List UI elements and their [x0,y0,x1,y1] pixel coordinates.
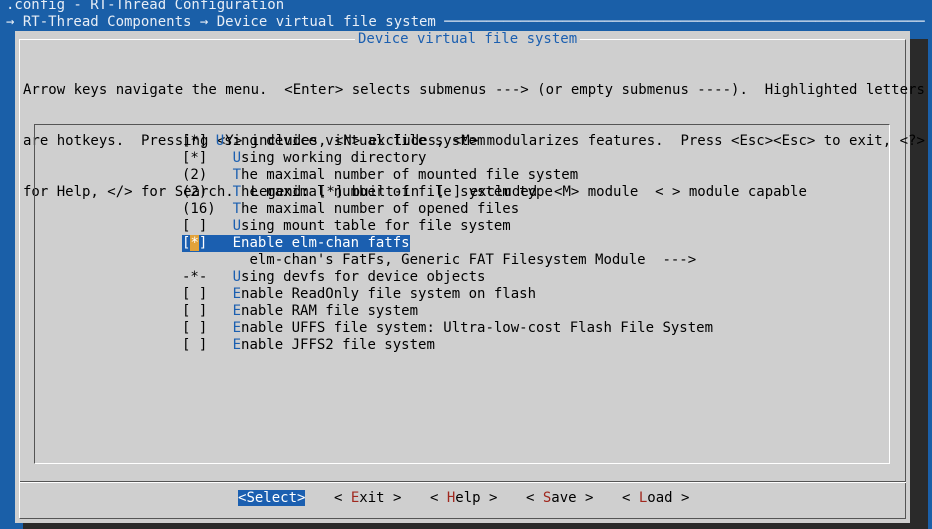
menu-item[interactable]: -*- Using devfs for device objects [182,269,485,286]
menu-item[interactable]: [ ] Enable JFFS2 file system [182,337,435,354]
select-button[interactable]: <Select> [238,490,306,507]
menu-item[interactable]: [*] Using device virtual file system [182,133,485,150]
menu-item[interactable]: (2) The maximal number of mounted file s… [182,167,578,184]
save-button[interactable]: < Save > [526,490,593,507]
menu-item[interactable]: [ ] Enable UFFS file system: Ultra-low-c… [182,320,713,337]
menu-item[interactable]: (16) The maximal number of opened files [182,201,519,218]
load-button[interactable]: < Load > [622,490,689,507]
config-title: .config - RT-Thread Configuration [6,0,285,13]
help-button[interactable]: < Help > [430,490,497,507]
menu-item[interactable]: (2) The maximal number of file system ty… [182,184,553,201]
breadcrumb: → RT-Thread Components → Device virtual … [6,14,925,30]
button-separator-highlight [20,482,906,483]
menu-item-selected[interactable]: [*] Enable elm-chan fatfs [182,235,410,252]
menu-item-submenu[interactable]: elm-chan's FatFs, Generic FAT Filesystem… [182,252,696,269]
dialog-title: Device virtual file system [355,31,581,48]
dialog-shadow-bottom [23,523,928,529]
menu-item[interactable]: [ ] Using mount table for file system [182,218,511,235]
exit-button[interactable]: < Exit > [334,490,401,507]
menu-item[interactable]: [ ] Enable RAM file system [182,303,418,320]
checkbox-cursor: [*] [182,235,233,251]
help-line-1: Arrow keys navigate the menu. <Enter> se… [23,82,925,98]
menu-item[interactable]: [ ] Enable ReadOnly file system on flash [182,286,536,303]
menu-item[interactable]: [*] Using working directory [182,150,426,167]
button-bar: <Select> < Exit > < Help > < Save > < Lo… [0,490,932,507]
